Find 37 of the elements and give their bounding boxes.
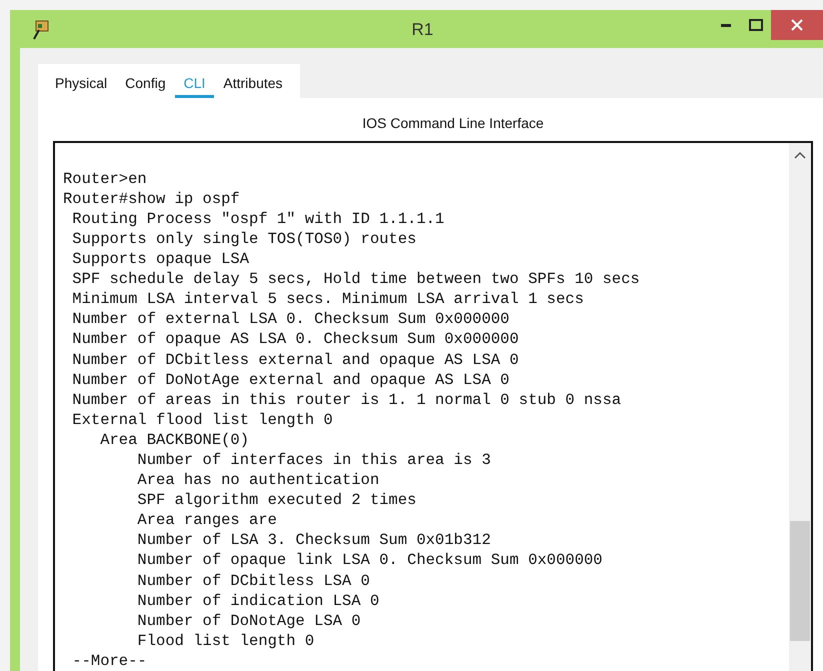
scroll-up-icon[interactable] (794, 150, 806, 159)
panel-title: IOS Command Line Interface (361, 114, 545, 133)
terminal-line: Area BACKBONE(0) (99, 430, 250, 450)
close-icon (791, 19, 803, 31)
terminal-line: Number of external LSA 0. Checksum Sum 0x000000 (71, 309, 510, 330)
minimize-icon (721, 24, 731, 26)
terminal-line: --More-- (71, 650, 148, 671)
terminal-line: SPF schedule delay 5 secs, Hold time between two SPFs 10 secs (71, 269, 641, 290)
scrollbar[interactable] (789, 142, 811, 671)
tab[interactable]: Attributes (214, 68, 292, 99)
terminal-line: External flood list length 0 (71, 410, 334, 430)
terminal-line: Flood list length 0 (136, 630, 316, 651)
terminal-line: Minimum LSA interval 5 secs. Minimum LSA arrival 1 secs (71, 289, 585, 310)
terminal-line: Number of DoNotAge LSA 0 (136, 610, 362, 631)
close-button[interactable] (771, 10, 823, 40)
terminal-line: Number of areas in this router is 1. 1 normal 0 stub 0 nssa (71, 390, 622, 410)
terminal-line: Area ranges are (136, 510, 278, 530)
terminal-line: SPF algorithm executed 2 times (136, 490, 418, 510)
terminal-line: Number of interfaces in this area is 3 (136, 450, 492, 470)
terminal-line: Number of opaque link LSA 0. Checksum Sum 0x000000 (136, 550, 604, 571)
terminal-line: Number of opaque AS LSA 0. Checksum Sum 0x000000 (71, 329, 520, 350)
tab[interactable]: Physical (46, 68, 116, 99)
terminal-line: Number of LSA 3. Checksum Sum 0x01b312 (136, 530, 492, 550)
terminal-line: Router#show ip ospf (63, 188, 241, 209)
window-title: R1 (410, 20, 434, 40)
terminal-line: Number of DCbitless external and opaque AS LSA 0 (71, 350, 520, 370)
terminal-line: Area has no authentication (136, 470, 380, 490)
terminal-line: Routing Process "ospf 1" with ID 1.1.1.1 (71, 208, 446, 229)
scrollbar-thumb[interactable] (790, 521, 810, 641)
tab[interactable]: Config (116, 68, 175, 99)
terminal-line: Number of DoNotAge external and opaque AS LSA 0 (71, 370, 510, 390)
terminal-line: Number of indication LSA 0 (136, 590, 380, 611)
terminal-line: Supports opaque LSA (71, 249, 250, 270)
terminal-line: Supports only single TOS(TOS0) routes (71, 228, 418, 250)
maximize-icon (749, 19, 763, 31)
terminal-line: Router>en (63, 168, 148, 189)
terminal-line: Number of DCbitless LSA 0 (136, 570, 371, 591)
